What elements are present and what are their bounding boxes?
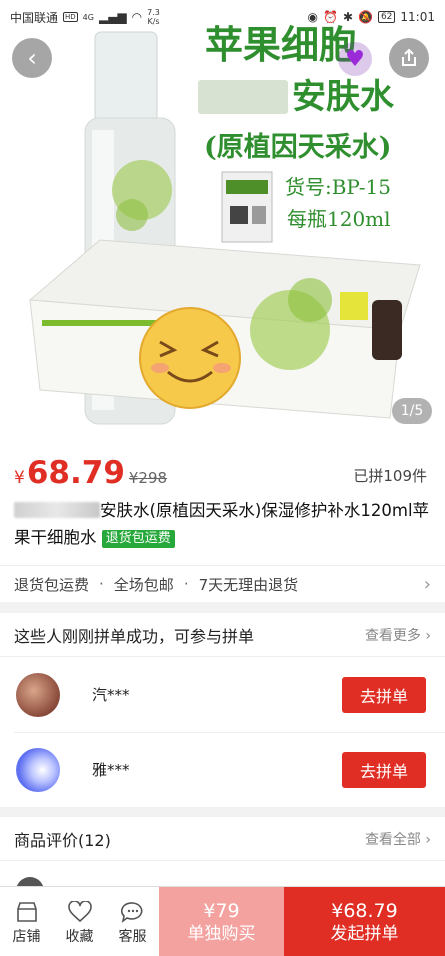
chevron-right-icon: › xyxy=(423,573,431,595)
bottom-action-bar: 店铺 收藏 客服 ¥79 单独购买 ¥68.79 发起拼单 xyxy=(0,886,445,956)
clock: 11:01 xyxy=(400,10,435,24)
join-group-button[interactable]: 去拼单 xyxy=(342,676,426,713)
reviews-heading: 商品评价(12) xyxy=(14,830,111,850)
start-group-label: 发起拼单 xyxy=(330,923,399,944)
service-free-return: 退货包运费 xyxy=(14,575,90,594)
hero-line2: 安肤水 xyxy=(292,77,395,117)
buy-alone-label: 单独购买 xyxy=(187,923,256,944)
customer-service-button[interactable]: 客服 xyxy=(106,887,159,956)
service-separator: · xyxy=(99,575,104,593)
status-bar: 中国联通 HD 4G ▂▄▆ ◠ 7.3 K/s ◉ ⏰ ✱ 🔕 62 11:0… xyxy=(0,0,445,34)
store-label: 店铺 xyxy=(12,929,41,945)
store-button[interactable]: 店铺 xyxy=(0,887,53,956)
group-buy-heading: 这些人刚刚拼单成功，可参与拼单 xyxy=(14,626,255,646)
hero-item-no: 货号:BP-15 xyxy=(285,175,391,199)
group-price: 68.79 xyxy=(26,455,125,491)
signal-icon: ▂▄▆ xyxy=(98,10,127,24)
service-separator: · xyxy=(183,575,189,593)
sold-count: 已拼109件 xyxy=(353,467,427,485)
battery-icon: 62 xyxy=(377,11,396,23)
free-return-tag: 退货包运费 xyxy=(101,530,175,548)
back-button[interactable]: ‹ xyxy=(12,38,52,78)
product-photo: 苹果细胞 安肤水 (原植因天采水) 货号:BP-15 每瓶120ml xyxy=(0,0,445,437)
mute-icon: 🔕 xyxy=(358,10,373,24)
price-row: ¥ 68.79 ¥298 xyxy=(14,455,167,491)
network-type: 4G xyxy=(82,12,94,22)
blurred-brand xyxy=(14,502,100,518)
start-group-button[interactable]: ¥68.79 发起拼单 xyxy=(284,887,445,956)
heart-outline-icon xyxy=(67,898,92,926)
product-title: 安肤水(原植因天采水)保湿修护补水120ml苹果干细胞水 退货包运费 xyxy=(14,497,434,551)
chevron-left-icon: ‹ xyxy=(27,44,37,72)
buy-alone-button[interactable]: ¥79 单独购买 xyxy=(159,887,284,956)
member-name: 汽*** xyxy=(92,686,130,704)
reviews-header: 商品评价(12) 查看全部 › xyxy=(0,817,445,861)
original-price: ¥298 xyxy=(128,469,168,487)
product-info: ¥ 68.79 ¥298 已拼109件 安肤水(原植因天采水)保湿修护补水120… xyxy=(0,437,445,602)
chat-icon xyxy=(120,898,145,926)
view-more-link[interactable]: 查看更多 › xyxy=(365,625,431,645)
bluetooth-icon: ✱ xyxy=(342,10,353,24)
join-group-button[interactable]: 去拼单 xyxy=(342,751,426,788)
service-label: 客服 xyxy=(118,929,147,945)
currency-symbol: ¥ xyxy=(14,468,25,488)
speed-unit: K/s xyxy=(147,17,160,26)
product-image-carousel[interactable]: 苹果细胞 安肤水 (原植因天采水) 货号:BP-15 每瓶120ml 1/5 xyxy=(0,0,445,437)
avatar xyxy=(16,747,60,792)
hero-volume: 每瓶120ml xyxy=(287,207,391,231)
share-button[interactable] xyxy=(389,38,429,78)
eye-icon: ◉ xyxy=(307,10,318,24)
carousel-pager: 1/5 xyxy=(392,398,432,424)
buy-alone-price: ¥79 xyxy=(203,899,240,922)
favorite-button[interactable]: 收藏 xyxy=(53,887,106,956)
view-all-label: 查看全部 xyxy=(364,831,421,848)
member-name: 雅*** xyxy=(92,761,130,779)
start-group-price: ¥68.79 xyxy=(331,899,398,922)
alarm-icon: ⏰ xyxy=(322,10,338,24)
speed-value: 7.3 xyxy=(147,8,160,17)
favorite-label: 收藏 xyxy=(65,929,94,945)
hero-line3: (原植因天采水) xyxy=(204,131,392,163)
group-member-row: 雅*** 去拼单 xyxy=(0,732,445,807)
share-icon xyxy=(402,48,416,66)
carrier-name: 中国联通 xyxy=(10,10,59,25)
service-free-shipping: 全场包邮 xyxy=(113,575,174,594)
wifi-icon: ◠ xyxy=(131,10,143,24)
group-buy-header: 这些人刚刚拼单成功，可参与拼单 查看更多 › xyxy=(0,613,445,657)
view-more-label: 查看更多 xyxy=(364,627,421,644)
group-buy-section: 这些人刚刚拼单成功，可参与拼单 查看更多 › 汽*** 去拼单 雅*** 去拼单 xyxy=(0,613,445,807)
hd-badge: HD xyxy=(63,12,78,22)
store-icon xyxy=(15,898,39,926)
avatar xyxy=(16,672,60,717)
view-all-link[interactable]: 查看全部 › xyxy=(365,829,431,849)
heart-icon[interactable]: ♥ xyxy=(338,42,372,76)
service-7day-return: 7天无理由退货 xyxy=(198,575,299,594)
group-member-row: 汽*** 去拼单 xyxy=(0,657,445,732)
service-row[interactable]: 退货包运费 · 全场包邮 · 7天无理由退货 › xyxy=(0,565,445,602)
